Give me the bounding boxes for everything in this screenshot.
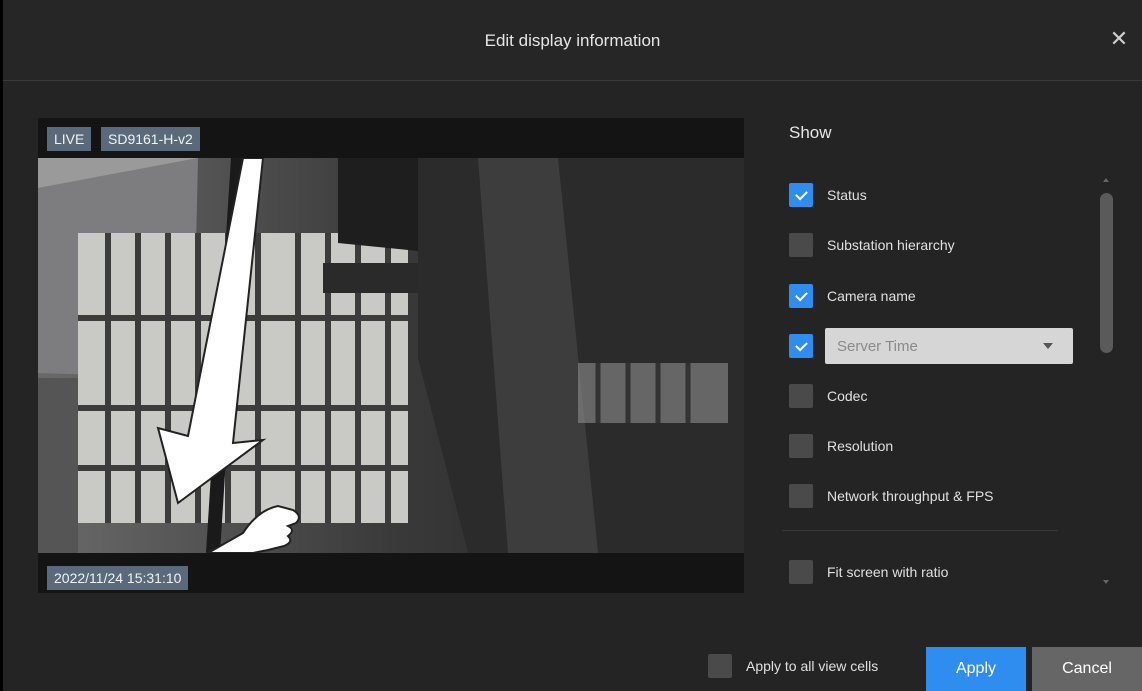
option-substation-hierarchy: Substation hierarchy xyxy=(789,233,955,257)
scroll-down-icon[interactable] xyxy=(1103,580,1109,584)
apply-all-checkbox[interactable] xyxy=(708,654,732,678)
option-label: Codec xyxy=(827,388,868,404)
codec-checkbox[interactable] xyxy=(789,384,813,408)
option-fit-screen: Fit screen with ratio xyxy=(789,560,948,584)
camera-name-badge: SD9161-H-v2 xyxy=(101,127,200,151)
server-time-checkbox[interactable] xyxy=(789,334,813,358)
apply-all-option: Apply to all view cells xyxy=(708,654,878,678)
status-checkbox[interactable] xyxy=(789,183,813,207)
option-label: Substation hierarchy xyxy=(827,237,955,253)
resolution-checkbox[interactable] xyxy=(789,434,813,458)
scrollbar-thumb[interactable] xyxy=(1100,193,1113,353)
fit-screen-checkbox[interactable] xyxy=(789,560,813,584)
substation-hierarchy-checkbox[interactable] xyxy=(789,233,813,257)
apply-all-label: Apply to all view cells xyxy=(746,658,879,674)
scroll-up-icon[interactable] xyxy=(1103,178,1109,182)
options-divider xyxy=(782,530,1058,531)
timestamp-badge: 2022/11/24 15:31:10 xyxy=(47,566,189,590)
video-frame xyxy=(38,158,744,553)
cancel-button[interactable]: Cancel xyxy=(1032,647,1142,691)
edit-display-dialog: Edit display information ✕ LIVE SD9161-H… xyxy=(3,0,1142,691)
select-value: Server Time xyxy=(837,338,918,355)
network-throughput-checkbox[interactable] xyxy=(789,484,813,508)
dialog-title: Edit display information xyxy=(484,31,661,50)
option-resolution: Resolution xyxy=(789,434,893,458)
time-source-select[interactable]: Server Time xyxy=(825,328,1073,364)
camera-image xyxy=(38,158,744,553)
option-label: Status xyxy=(827,187,867,203)
option-codec: Codec xyxy=(789,384,867,408)
option-label: Camera name xyxy=(827,288,916,304)
option-status: Status xyxy=(789,183,867,207)
chevron-down-icon xyxy=(1043,343,1053,349)
option-network-throughput: Network throughput & FPS xyxy=(789,484,994,508)
camera-name-checkbox[interactable] xyxy=(789,284,813,308)
option-camera-name: Camera name xyxy=(789,284,916,308)
option-label: Network throughput & FPS xyxy=(827,488,994,504)
option-label: Resolution xyxy=(827,438,894,454)
dialog-header: Edit display information ✕ xyxy=(3,0,1142,81)
option-server-time: Server Time xyxy=(789,328,1073,364)
show-title: Show xyxy=(789,123,832,142)
camera-preview: LIVE SD9161-H-v2 2022/11/24 15:31:10 xyxy=(38,118,744,593)
option-label: Fit screen with ratio xyxy=(827,564,949,580)
close-icon[interactable]: ✕ xyxy=(1108,28,1130,50)
apply-button[interactable]: Apply xyxy=(926,647,1026,691)
live-badge: LIVE xyxy=(47,127,92,151)
